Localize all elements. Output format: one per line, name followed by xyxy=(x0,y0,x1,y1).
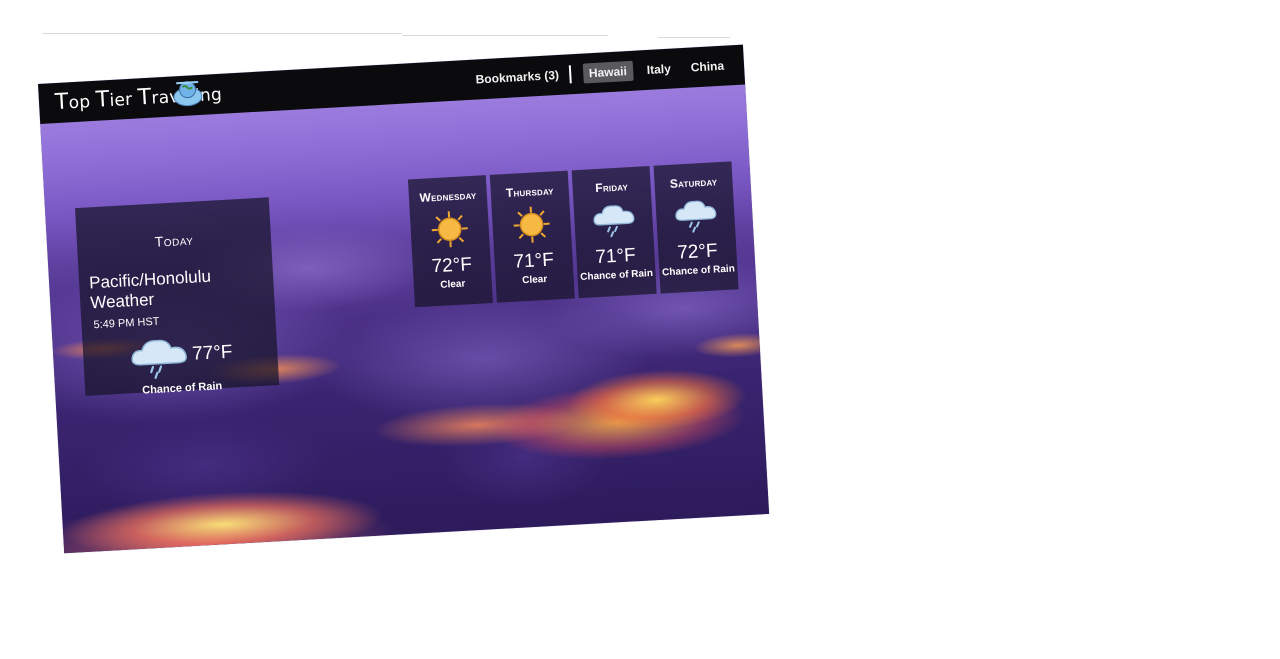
brand-text: ier xyxy=(108,89,139,112)
globe-logo-icon xyxy=(173,81,203,107)
forecast-condition: Chance of Rain xyxy=(661,263,736,279)
brand-letter: T xyxy=(137,84,153,111)
forecast-condition: Clear xyxy=(440,278,466,291)
forecast-icon-wrap xyxy=(573,198,653,242)
sun-icon xyxy=(431,211,468,248)
rain-cloud-icon xyxy=(675,200,717,233)
forecast-icon-wrap xyxy=(410,207,490,251)
forecast-condition: Clear xyxy=(521,273,548,287)
today-temperature: 77°F xyxy=(191,341,234,365)
forecast-card-wednesday: Wednesday 72°F Clear xyxy=(407,175,493,308)
forecast-card-friday: Friday 71°F Chance of Rain xyxy=(571,165,657,299)
nav-italy[interactable]: Italy xyxy=(640,58,677,80)
today-title: Today xyxy=(154,231,194,250)
scan-line xyxy=(658,37,730,38)
forecast-condition: Chance of Rain xyxy=(579,267,654,284)
forecast-icon-wrap xyxy=(655,193,735,237)
forecast-day: Friday xyxy=(594,179,629,196)
rain-cloud-icon xyxy=(131,339,187,380)
nav-china[interactable]: China xyxy=(684,55,730,77)
nav-divider xyxy=(568,65,572,84)
forecast-day: Wednesday xyxy=(419,187,477,205)
scan-line xyxy=(42,33,402,34)
today-weather-panel: Today Pacific/Honolulu Weather 5:49 PM H… xyxy=(74,197,280,397)
forecast-day: Thursday xyxy=(505,183,555,201)
nav-hawaii[interactable]: Hawaii xyxy=(582,60,634,84)
nav-links: Bookmarks (3) Hawaii Italy China xyxy=(461,55,730,90)
forecast-temperature: 71°F xyxy=(512,249,555,273)
brand-letter: T xyxy=(54,89,70,116)
forecast-temperature: 72°F xyxy=(431,254,473,278)
nav-bookmarks[interactable]: Bookmarks (3) xyxy=(469,65,565,90)
brand-text: op xyxy=(68,91,97,114)
rain-cloud-icon xyxy=(593,205,635,238)
app-screenshot: Top Tier Traveling Bookmarks (3) Hawaii … xyxy=(38,44,770,554)
forecast-day: Saturday xyxy=(669,174,718,191)
today-conditions-row: 77°F xyxy=(82,327,278,384)
forecast-card-saturday: Saturday 72°F Chance of Rain xyxy=(653,161,739,294)
forecast-card-thursday: Thursday 71°F Clear xyxy=(489,170,575,303)
city-weather-heading: Pacific/Honolulu Weather xyxy=(88,266,212,313)
forecast-icon-wrap xyxy=(492,203,572,247)
forecast-temperature: 71°F xyxy=(594,244,637,269)
sun-icon xyxy=(513,206,550,243)
forecast-temperature: 72°F xyxy=(676,240,719,264)
scan-line xyxy=(402,35,608,36)
